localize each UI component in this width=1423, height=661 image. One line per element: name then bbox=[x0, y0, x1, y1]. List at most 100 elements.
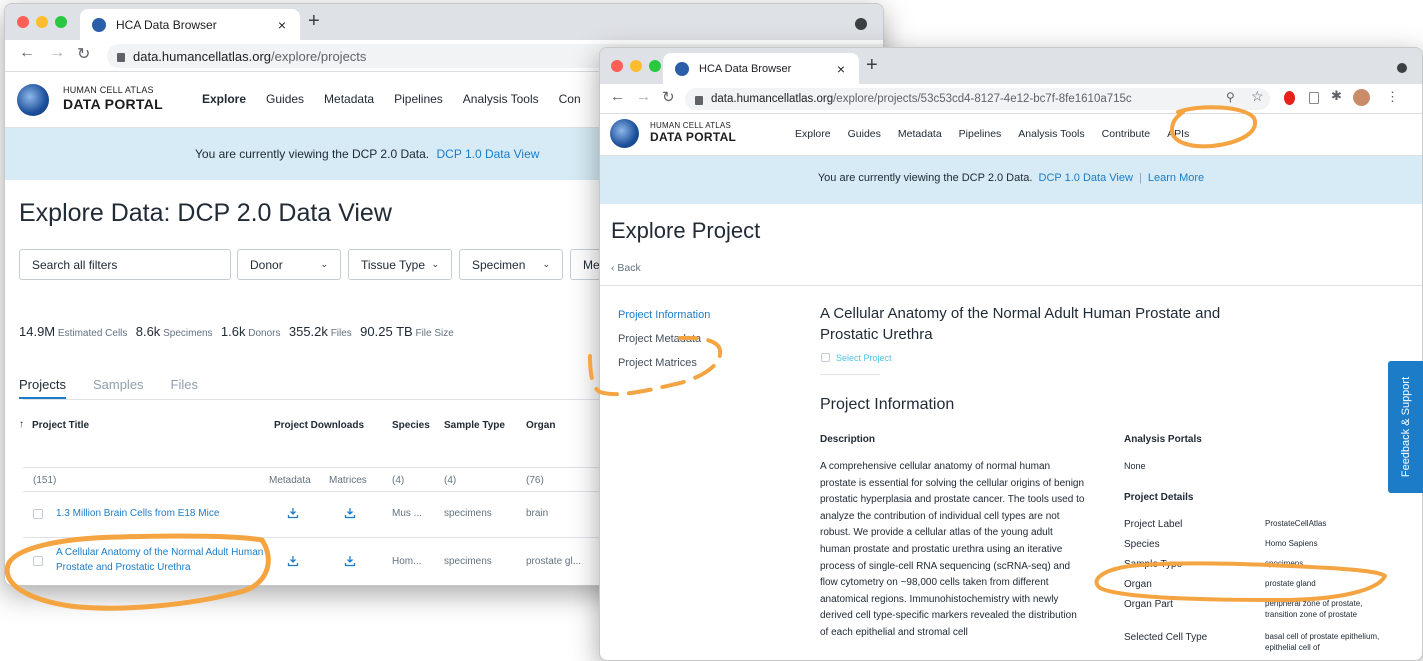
tab-files[interactable]: Files bbox=[171, 377, 198, 399]
stat-label: Specimens bbox=[163, 328, 213, 339]
nav-explore[interactable]: Explore bbox=[202, 92, 246, 106]
download-metadata-icon[interactable] bbox=[287, 555, 299, 567]
col-organ[interactable]: Organ bbox=[526, 420, 555, 431]
hca-logo-icon[interactable] bbox=[17, 84, 49, 116]
learn-more-link[interactable]: Learn More bbox=[1148, 172, 1204, 184]
new-tab-icon[interactable]: + bbox=[308, 10, 320, 33]
avatar[interactable] bbox=[1353, 89, 1370, 106]
search-placeholder: Search all filters bbox=[32, 257, 118, 272]
close-icon[interactable]: × bbox=[833, 61, 849, 77]
browser-tab[interactable]: HCA Data Browser × bbox=[80, 9, 300, 40]
tab-title: HCA Data Browser bbox=[699, 62, 792, 75]
filter-label: Tissue Type bbox=[361, 257, 426, 272]
minimize-window-button[interactable] bbox=[36, 16, 48, 28]
side-nav-project-information[interactable]: Project Information bbox=[618, 309, 710, 321]
col-project-downloads: Project Downloads bbox=[274, 420, 365, 431]
url-path: /explore/projects/53c53cd4-8127-4e12-bc7… bbox=[833, 93, 1132, 105]
main-nav: Explore Guides Metadata Pipelines Analys… bbox=[795, 128, 1189, 140]
forward-arrow-icon[interactable]: → bbox=[49, 44, 65, 62]
menu-icon[interactable]: ⋮ bbox=[1386, 89, 1399, 105]
chevron-down-icon: ⌄ bbox=[431, 259, 439, 269]
nav-contribute[interactable]: Con bbox=[559, 92, 581, 106]
col-sample-type[interactable]: Sample Type bbox=[444, 420, 505, 431]
nav-pipelines[interactable]: Pipelines bbox=[394, 92, 443, 106]
maximize-window-button[interactable] bbox=[649, 60, 661, 72]
forward-arrow-icon[interactable]: → bbox=[636, 88, 651, 105]
search-input[interactable]: Search all filters bbox=[19, 249, 231, 280]
nav-guides[interactable]: Guides bbox=[848, 128, 881, 140]
download-matrices-icon[interactable] bbox=[344, 507, 356, 519]
minimize-window-button[interactable] bbox=[630, 60, 642, 72]
filter-donor[interactable]: Donor ⌄ bbox=[237, 249, 341, 280]
nav-analysis-tools[interactable]: Analysis Tools bbox=[1018, 128, 1084, 140]
back-arrow-icon[interactable]: ← bbox=[610, 88, 625, 105]
count-projects: (151) bbox=[33, 475, 57, 486]
nav-metadata[interactable]: Metadata bbox=[324, 92, 374, 106]
back-arrow-icon[interactable]: ← bbox=[19, 44, 35, 62]
nav-apis[interactable]: APIs bbox=[1167, 128, 1189, 140]
nav-analysis-tools[interactable]: Analysis Tools bbox=[463, 92, 539, 106]
url-field[interactable]: data.humancellatlas.org/explore/projects… bbox=[685, 88, 1270, 110]
page-title: Explore Data: DCP 2.0 Data View bbox=[19, 199, 392, 227]
sort-arrow-icon[interactable]: ↑ bbox=[19, 419, 24, 430]
tab-samples[interactable]: Samples bbox=[93, 377, 144, 399]
nav-guides[interactable]: Guides bbox=[266, 92, 304, 106]
project-link[interactable]: 1.3 Million Brain Cells from E18 Mice bbox=[56, 506, 219, 521]
puzzle-icon[interactable]: ✱ bbox=[1331, 88, 1342, 104]
col-project-title[interactable]: Project Title bbox=[32, 420, 89, 431]
filter-label: Specimen bbox=[472, 257, 526, 272]
dcp1-link[interactable]: DCP 1.0 Data View bbox=[436, 147, 539, 161]
filter-tissue-type[interactable]: Tissue Type ⌄ bbox=[348, 249, 452, 280]
logo-line2: DATA PORTAL bbox=[63, 96, 163, 112]
document-icon[interactable] bbox=[1309, 92, 1319, 104]
tab-strip: HCA Data Browser × + bbox=[600, 48, 1422, 84]
back-link[interactable]: ‹ Back bbox=[611, 262, 641, 274]
project-title: A Cellular Anatomy of the Normal Adult H… bbox=[820, 305, 1221, 343]
dcp1-link[interactable]: DCP 1.0 Data View bbox=[1039, 172, 1133, 184]
nav-explore[interactable]: Explore bbox=[795, 128, 831, 140]
filter-specimen[interactable]: Specimen ⌄ bbox=[459, 249, 563, 280]
detail-key: Organ bbox=[1124, 579, 1152, 590]
stat-label: Files bbox=[330, 328, 352, 339]
feedback-support-button[interactable]: Feedback & Support bbox=[1388, 361, 1423, 493]
analysis-portals-value: None bbox=[1124, 461, 1146, 471]
detail-value: peripheral zone of prostate, transition … bbox=[1265, 599, 1363, 619]
lock-icon bbox=[117, 52, 125, 62]
close-icon[interactable]: × bbox=[274, 17, 290, 33]
url-domain: data.humancellatlas.org bbox=[711, 93, 834, 105]
profile-icon[interactable] bbox=[855, 18, 867, 30]
globe-icon bbox=[675, 61, 689, 76]
project-details-label: Project Details bbox=[1124, 492, 1194, 503]
profile-icon[interactable] bbox=[1397, 63, 1407, 73]
select-project-checkbox[interactable] bbox=[821, 353, 830, 362]
chevron-down-icon: ⌄ bbox=[542, 259, 550, 269]
row-checkbox[interactable] bbox=[33, 509, 43, 519]
stat-value: 14.9M bbox=[19, 324, 56, 339]
reload-icon[interactable]: ↻ bbox=[662, 88, 675, 106]
row-checkbox[interactable] bbox=[33, 556, 43, 566]
new-tab-icon[interactable]: + bbox=[866, 54, 878, 77]
col-species[interactable]: Species bbox=[392, 420, 430, 431]
side-nav-project-matrices[interactable]: Project Matrices bbox=[618, 357, 697, 369]
nav-pipelines[interactable]: Pipelines bbox=[959, 128, 1002, 140]
download-metadata-icon[interactable] bbox=[287, 507, 299, 519]
front-browser-window: HCA Data Browser × + ← → ↻ data.humancel… bbox=[599, 47, 1423, 661]
zoom-icon[interactable]: ⚲ bbox=[1226, 90, 1235, 104]
tab-projects[interactable]: Projects bbox=[19, 377, 66, 399]
close-window-button[interactable] bbox=[17, 16, 29, 28]
bookmark-star-icon[interactable]: ☆ bbox=[1251, 88, 1264, 105]
nav-contribute[interactable]: Contribute bbox=[1102, 128, 1150, 140]
select-project-link[interactable]: Select Project bbox=[836, 353, 892, 363]
extension-red-icon[interactable] bbox=[1284, 91, 1295, 105]
hca-logo-icon[interactable] bbox=[610, 119, 639, 148]
side-nav-project-metadata[interactable]: Project Metadata bbox=[618, 333, 701, 345]
organ-cell: prostate gl... bbox=[526, 556, 582, 567]
close-window-button[interactable] bbox=[611, 60, 623, 72]
reload-icon[interactable]: ↻ bbox=[77, 44, 90, 64]
maximize-window-button[interactable] bbox=[55, 16, 67, 28]
download-matrices-icon[interactable] bbox=[344, 555, 356, 567]
browser-tab[interactable]: HCA Data Browser × bbox=[663, 53, 859, 84]
nav-metadata[interactable]: Metadata bbox=[898, 128, 942, 140]
project-link[interactable]: A Cellular Anatomy of the Normal Adult H… bbox=[56, 545, 266, 575]
project-description: A comprehensive cellular anatomy of norm… bbox=[820, 461, 1085, 638]
